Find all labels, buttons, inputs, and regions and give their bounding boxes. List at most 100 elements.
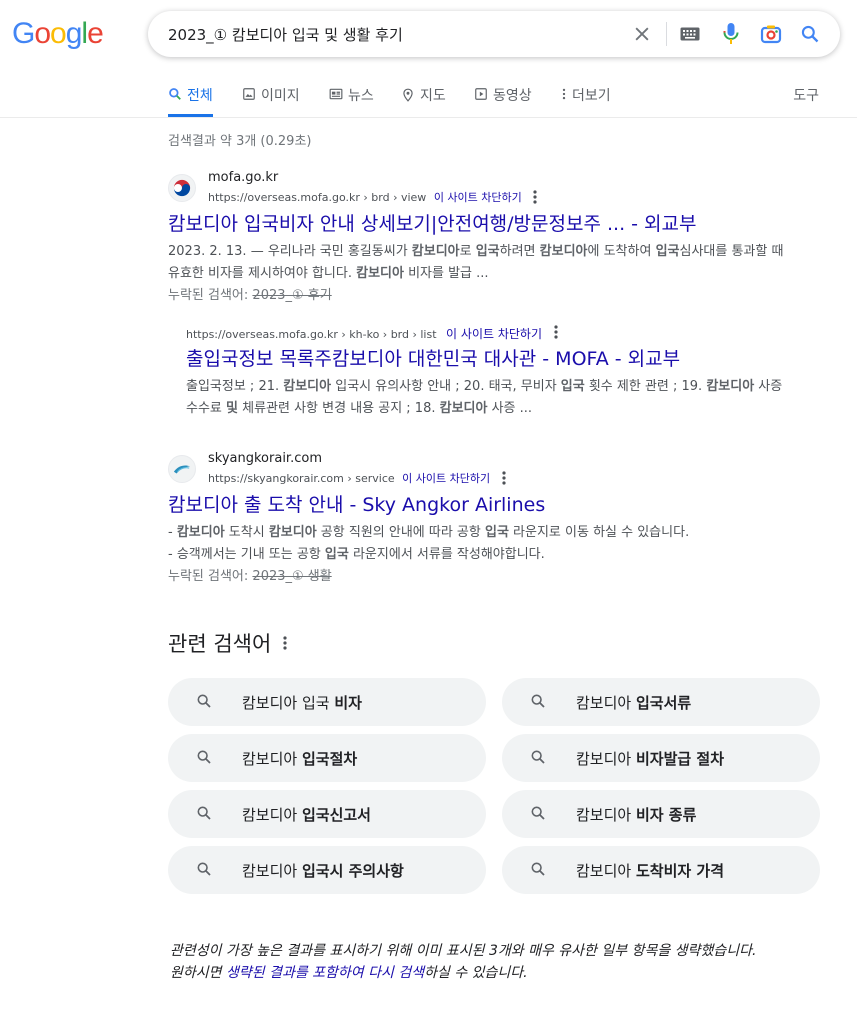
search-input[interactable] — [168, 23, 628, 45]
site-url[interactable]: https://overseas.mofa.go.kr › kh-ko › br… — [186, 328, 437, 341]
tab-videos[interactable]: 동영상 — [474, 85, 532, 117]
news-icon — [329, 88, 343, 100]
omitted-suffix: 하실 수 있습니다. — [424, 965, 528, 981]
block-site-link[interactable]: 이 사이트 차단하기 — [402, 472, 490, 485]
omitted-line2: 원하시면 생략된 결과를 포함하여 다시 검색하실 수 있습니다. — [170, 962, 820, 984]
missing-terms: 누락된 검색어: 2023_① 생활 — [168, 566, 788, 588]
missing-label: 누락된 검색어: — [168, 569, 249, 584]
header: Google — [0, 0, 857, 70]
search-icon — [196, 749, 212, 769]
search-box[interactable] — [148, 11, 840, 57]
block-site-link[interactable]: 이 사이트 차단하기 — [446, 327, 542, 341]
related-search-label: 캄보디아 입국신고서 — [242, 806, 371, 824]
tab-maps[interactable]: 지도 — [401, 85, 446, 117]
result-snippet: 출입국정보 ; 21. 캄보디아 입국시 유의사항 안내 ; 20. 태국, 무… — [186, 379, 783, 416]
mofa-favicon-icon — [168, 174, 196, 202]
related-search-label: 캄보디아 입국절차 — [242, 750, 358, 768]
show-omitted-results-link[interactable]: 생략된 결과를 포함하여 다시 검색 — [226, 965, 424, 981]
search-icon — [169, 88, 181, 100]
related-search-chip[interactable]: 캄보디아 비자발급 절차 — [502, 734, 820, 782]
related-search-chip[interactable]: 캄보디아 입국절차 — [168, 734, 486, 782]
more-options-icon[interactable] — [533, 189, 537, 207]
video-icon — [475, 88, 487, 100]
logo-letter: o — [50, 17, 67, 50]
site-row: mofa.go.kr https://overseas.mofa.go.kr ›… — [168, 170, 788, 206]
related-search-label: 캄보디아 입국서류 — [576, 694, 692, 712]
search-icon — [530, 861, 546, 881]
search-divider — [666, 22, 667, 46]
tab-all[interactable]: 전체 — [168, 85, 213, 117]
related-search-chip[interactable]: 캄보디아 비자 종류 — [502, 790, 820, 838]
omitted-prefix: 원하시면 — [170, 965, 226, 981]
tools-button[interactable]: 도구 — [793, 85, 819, 105]
related-searches-header: 관련 검색어 — [168, 628, 287, 658]
related-search-chip[interactable]: 캄보디아 도착비자 가격 — [502, 846, 820, 894]
tab-label: 뉴스 — [348, 88, 374, 104]
search-icon — [530, 749, 546, 769]
site-url-row: https://overseas.mofa.go.kr › brd › view… — [208, 189, 537, 207]
tab-images[interactable]: 이미지 — [242, 85, 300, 117]
sub-result: https://overseas.mofa.go.kr › kh-ko › br… — [186, 324, 786, 420]
site-url[interactable]: https://overseas.mofa.go.kr › brd › view — [208, 191, 426, 204]
result-stats: 검색결과 약 3개 (0.29초) — [168, 134, 312, 149]
missing-terms-text: 2023_① 생활 — [252, 569, 332, 584]
related-search-label: 캄보디아 비자 종류 — [576, 806, 697, 824]
related-search-chip[interactable]: 캄보디아 입국서류 — [502, 678, 820, 726]
search-icon — [530, 805, 546, 825]
tab-more[interactable]: 더보기 — [561, 85, 611, 117]
camera-icon[interactable] — [759, 22, 783, 46]
related-search-chip[interactable]: 캄보디아 입국신고서 — [168, 790, 486, 838]
more-vert-icon — [562, 88, 566, 100]
tab-news[interactable]: 뉴스 — [329, 85, 374, 117]
logo-letter: o — [34, 17, 51, 50]
image-icon — [243, 88, 255, 100]
omitted-text: 관련성이 가장 높은 결과를 표시하기 위해 이미 표시된 3개와 매우 유사한… — [170, 943, 757, 959]
related-search-chip[interactable]: 캄보디아 입국시 주의사항 — [168, 846, 486, 894]
search-tabs: 전체 이미지 뉴스 지도 동영상 더보기 도구 — [0, 80, 857, 118]
logo-letter: g — [65, 17, 83, 50]
site-url[interactable]: https://skyangkorair.com › service — [208, 472, 395, 485]
site-url-row: https://overseas.mofa.go.kr › kh-ko › br… — [186, 324, 786, 344]
site-url-row: https://skyangkorair.com › service 이 사이트… — [208, 470, 506, 488]
related-search-label: 캄보디아 입국 비자 — [242, 694, 362, 712]
tab-label: 이미지 — [261, 88, 300, 104]
block-site-link[interactable]: 이 사이트 차단하기 — [434, 191, 522, 204]
tab-label: 더보기 — [572, 88, 611, 104]
related-search-label: 캄보디아 도착비자 가격 — [576, 862, 724, 880]
site-row: skyangkorair.com https://skyangkorair.co… — [168, 451, 788, 487]
more-options-icon[interactable] — [553, 324, 558, 346]
result-snippet: 2023. 2. 13. — 우리나라 국민 홍길동씨가 캄보디아로 입국하려면… — [168, 244, 784, 281]
google-logo[interactable]: Google — [12, 17, 104, 51]
more-options-icon[interactable] — [502, 470, 506, 488]
result-title-link[interactable]: 출입국정보 목록주캄보디아 대한민국 대사관 - MOFA - 외교부 — [186, 346, 786, 372]
map-pin-icon — [403, 88, 413, 102]
search-icon[interactable] — [798, 22, 822, 46]
tab-label: 지도 — [420, 88, 446, 104]
related-search-chip[interactable]: 캄보디아 입국 비자 — [168, 678, 486, 726]
search-icon — [530, 693, 546, 713]
search-icon — [196, 693, 212, 713]
result-snippet: - 캄보디아 도착시 캄보디아 공항 직원의 안내에 따라 공항 입국 라운지로… — [168, 525, 690, 562]
site-name[interactable]: mofa.go.kr — [208, 170, 278, 185]
missing-label: 누락된 검색어: — [168, 288, 249, 303]
search-icon — [196, 861, 212, 881]
logo-letter: e — [87, 17, 104, 50]
tab-label: 동영상 — [493, 88, 532, 104]
skyangkor-favicon-icon — [168, 455, 196, 483]
related-searches-title: 관련 검색어 — [168, 632, 272, 656]
missing-terms-text: 2023_① 후기 — [252, 288, 332, 303]
missing-terms: 누락된 검색어: 2023_① 후기 — [168, 285, 788, 307]
result-title-link[interactable]: 캄보디아 입국비자 안내 상세보기|안전여행/방문정보주 ... - 외교부 — [168, 211, 788, 237]
more-options-icon[interactable] — [283, 631, 287, 655]
result-title-link[interactable]: 캄보디아 출 도착 안내 - Sky Angkor Airlines — [168, 492, 788, 518]
related-search-label: 캄보디아 입국시 주의사항 — [242, 862, 404, 880]
logo-letter: G — [12, 17, 35, 50]
omitted-results-notice: 관련성이 가장 높은 결과를 표시하기 위해 이미 표시된 3개와 매우 유사한… — [170, 940, 820, 984]
site-name[interactable]: skyangkorair.com — [208, 451, 322, 466]
close-icon[interactable] — [630, 22, 654, 46]
search-result: skyangkorair.com https://skyangkorair.co… — [168, 451, 788, 588]
mic-icon[interactable] — [719, 22, 743, 46]
keyboard-icon[interactable] — [678, 22, 702, 46]
tab-label: 전체 — [187, 88, 213, 104]
related-search-label: 캄보디아 비자발급 절차 — [576, 750, 724, 768]
